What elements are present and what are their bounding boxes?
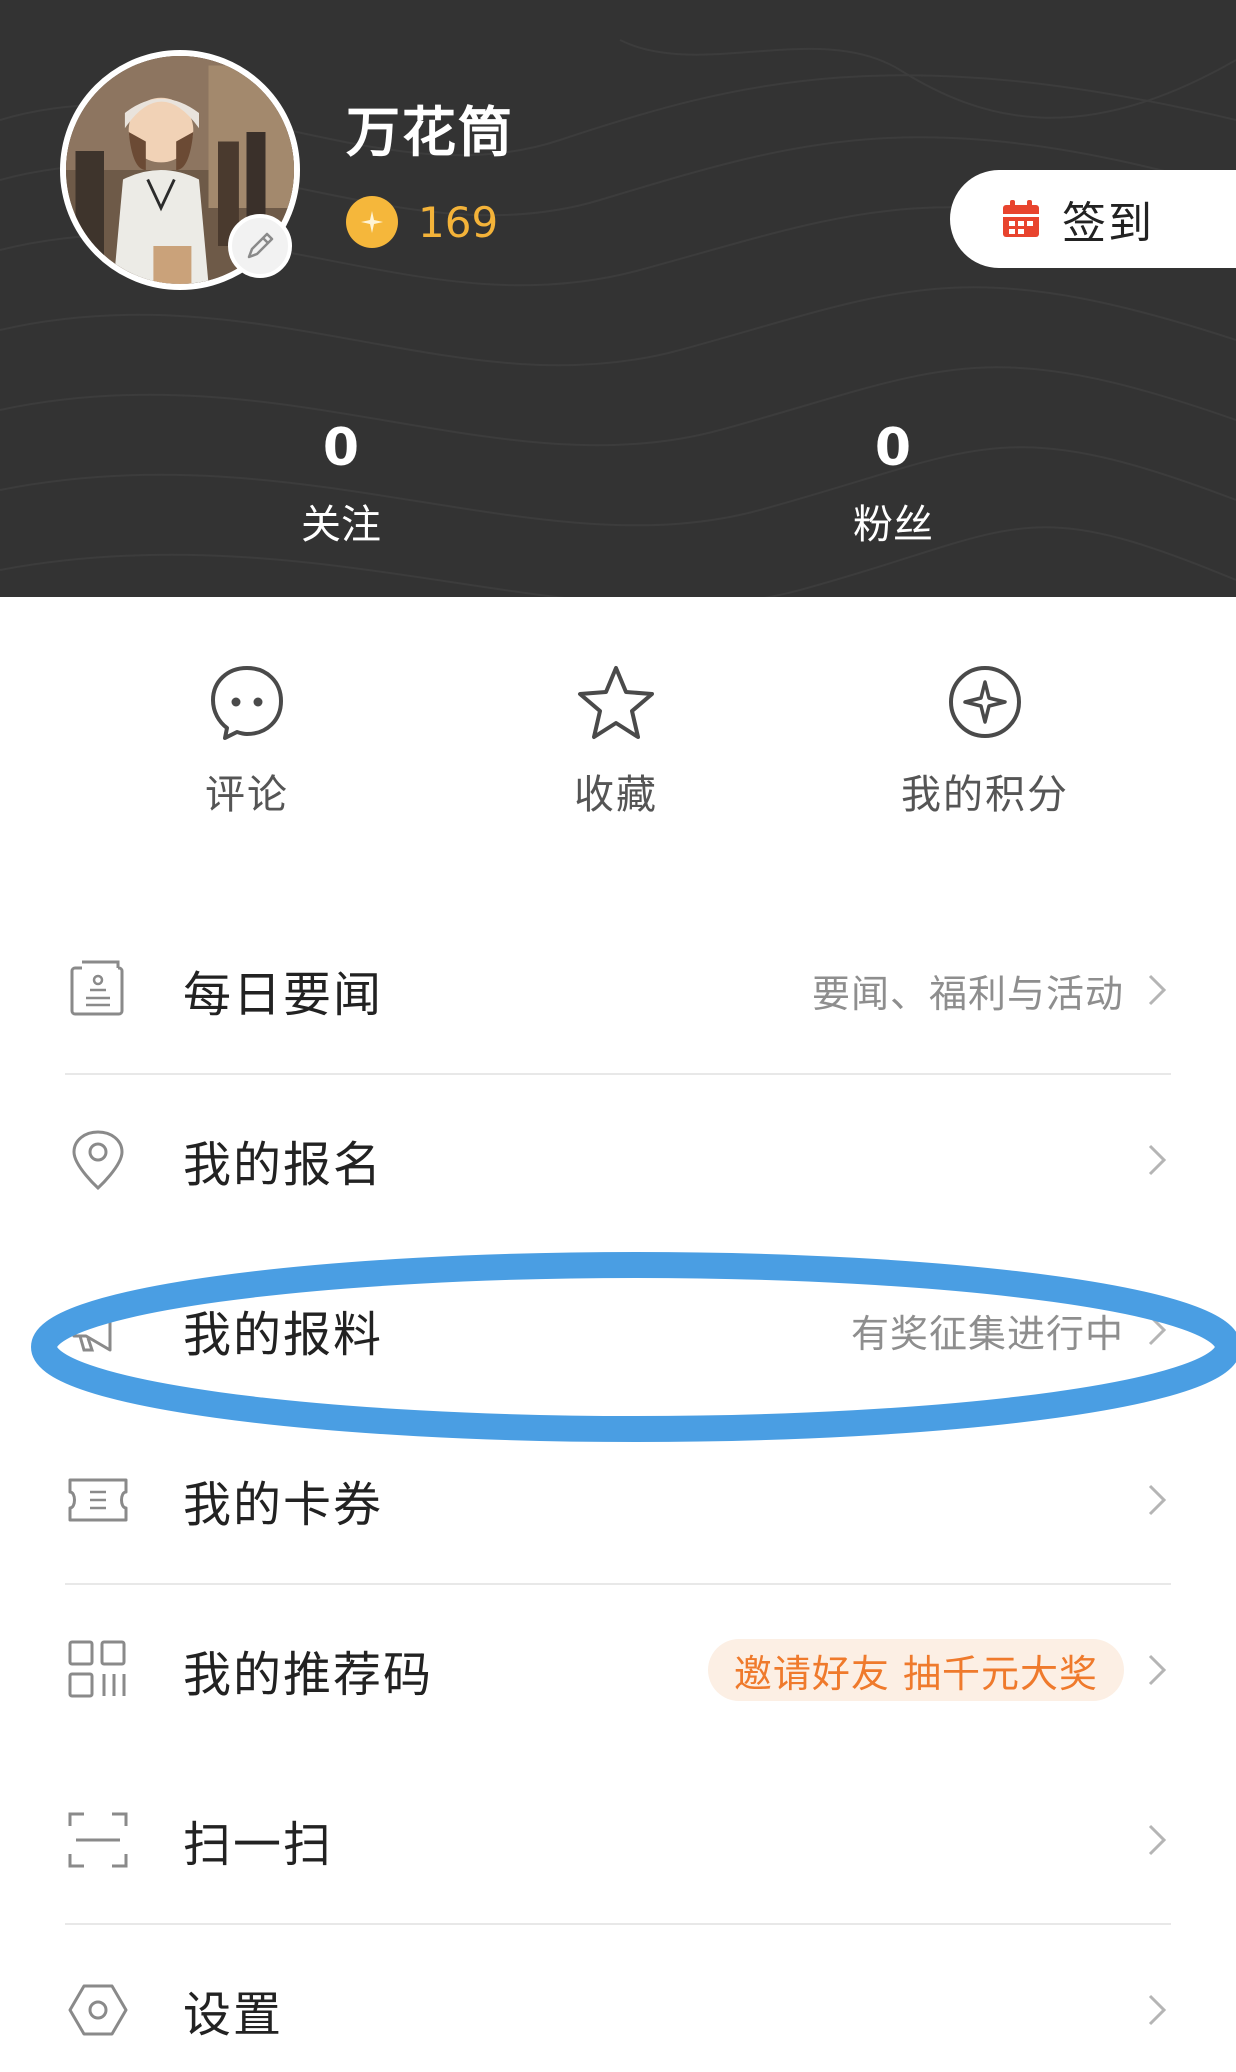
menu-item-hint: 要闻、福利与活动 xyxy=(811,971,1124,1016)
location-pin-icon xyxy=(72,1130,124,1191)
menu-item-my-reports[interactable]: 我的报料 有奖征集进行中 xyxy=(0,1245,1236,1415)
coin-icon xyxy=(346,196,398,248)
chevron-right-icon xyxy=(1148,1654,1167,1686)
chevron-right-icon xyxy=(1148,1484,1167,1516)
profile-header: 万花筒 169 签到 0 关注 0 粉丝 xyxy=(0,0,1236,597)
quick-action-label: 评论 xyxy=(205,772,289,818)
menu-item-daily-news[interactable]: 每日要闻 要闻、福利与活动 xyxy=(0,905,1236,1075)
menu-item-title: 扫一扫 xyxy=(183,1817,334,1873)
star-icon xyxy=(578,666,654,739)
menu-item-referral-code[interactable]: 我的推荐码 邀请好友 抽千元大奖 xyxy=(0,1585,1236,1755)
fans-stat[interactable]: 0 粉丝 xyxy=(793,418,993,550)
coin-count: 169 xyxy=(418,197,499,247)
megaphone-icon xyxy=(72,1308,112,1352)
edit-avatar-button[interactable] xyxy=(228,214,292,278)
checkin-label: 签到 xyxy=(1062,198,1154,249)
calendar-icon xyxy=(1003,200,1039,237)
menu-item-title: 我的推荐码 xyxy=(183,1647,434,1703)
menu-item-settings[interactable]: 设置 xyxy=(0,1925,1236,2072)
menu-item-title: 我的报名 xyxy=(183,1137,384,1193)
chevron-right-icon xyxy=(1148,974,1167,1006)
scan-icon xyxy=(68,1812,128,1868)
chevron-right-icon xyxy=(1148,1314,1167,1346)
qr-code-icon xyxy=(68,1640,126,1698)
fans-label: 粉丝 xyxy=(853,502,933,548)
menu-item-hint: 有奖征集进行中 xyxy=(850,1311,1124,1356)
following-stat[interactable]: 0 关注 xyxy=(241,418,441,550)
checkin-button[interactable]: 签到 xyxy=(950,170,1236,268)
quick-action-favorites[interactable]: 收藏 xyxy=(496,660,736,820)
ticket-icon xyxy=(68,1478,128,1522)
menu-item-my-registrations[interactable]: 我的报名 xyxy=(0,1075,1236,1245)
quick-action-label: 收藏 xyxy=(574,772,658,818)
chevron-right-icon xyxy=(1148,1824,1167,1856)
quick-action-label: 我的积分 xyxy=(901,772,1069,818)
comment-bubble-icon xyxy=(211,666,283,740)
quick-action-points[interactable]: 我的积分 xyxy=(865,660,1105,820)
menu-item-title: 我的卡券 xyxy=(183,1477,384,1533)
menu-item-title: 我的报料 xyxy=(183,1307,384,1363)
coin-balance: 169 xyxy=(346,196,498,248)
pencil-icon xyxy=(247,232,274,259)
settings-hexagon-icon xyxy=(68,1984,128,2036)
menu-item-my-coupons[interactable]: 我的卡券 xyxy=(0,1415,1236,1585)
menu-item-scan[interactable]: 扫一扫 xyxy=(0,1755,1236,1925)
news-icon xyxy=(70,960,124,1016)
menu-list: 每日要闻 要闻、福利与活动 我的报名 我的报料 有奖征集进行中 我的卡券 我的推… xyxy=(0,905,1236,2072)
chevron-right-icon xyxy=(1148,1144,1167,1176)
menu-item-title: 设置 xyxy=(183,1987,284,2043)
following-count: 0 xyxy=(322,418,360,478)
fans-count: 0 xyxy=(874,418,912,478)
points-sparkle-icon xyxy=(949,666,1021,738)
invite-promo-badge[interactable]: 邀请好友 抽千元大奖 xyxy=(707,1639,1124,1701)
menu-item-title: 每日要闻 xyxy=(183,967,384,1023)
username: 万花筒 xyxy=(346,101,514,164)
chevron-right-icon xyxy=(1148,1994,1167,2026)
quick-action-comments[interactable]: 评论 xyxy=(127,660,367,820)
following-label: 关注 xyxy=(301,502,381,548)
